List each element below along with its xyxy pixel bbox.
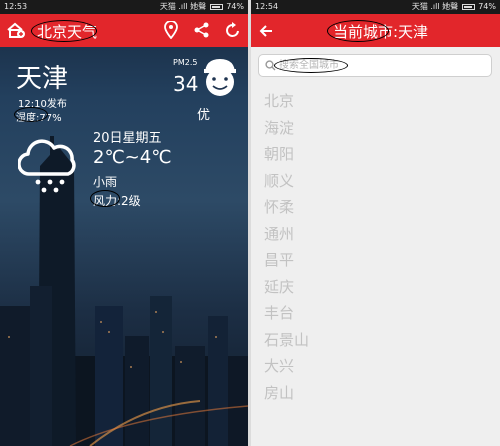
city-list-item[interactable]: 昌平 bbox=[264, 247, 309, 274]
battery-icon bbox=[461, 4, 475, 10]
weather-screen: 12:53 天猫 .ıll 她聲 74% 北京天气 天津 PM2.5 34 优 bbox=[0, 0, 248, 446]
city-list-item[interactable]: 北京 bbox=[264, 88, 309, 115]
city-list: 北京 海淀 朝阳 顺义 怀柔 通州 昌平 延庆 丰台 石景山 大兴 房山 bbox=[264, 88, 309, 406]
status-time: 12:53 bbox=[4, 2, 28, 11]
smiling-face-icon bbox=[204, 59, 236, 96]
humidity-text: 湿度:77% bbox=[16, 113, 62, 124]
forecast-date: 20日星期五 bbox=[93, 131, 162, 146]
refresh-icon[interactable] bbox=[225, 21, 241, 43]
status-carrier: 天猫 .ıll 她聲 bbox=[159, 2, 207, 11]
status-time: 12:54 bbox=[255, 2, 279, 11]
city-list-item[interactable]: 房山 bbox=[264, 380, 309, 407]
weather-condition: 小雨 bbox=[93, 175, 118, 189]
battery-icon bbox=[209, 4, 223, 10]
search-icon bbox=[265, 60, 276, 71]
air-quality-level: 优 bbox=[197, 108, 211, 123]
pm25-value: 34 bbox=[173, 72, 199, 96]
city-list-item[interactable]: 海淀 bbox=[264, 115, 309, 142]
publish-time: 12:10发布 bbox=[18, 99, 67, 110]
status-bar: 12:53 天猫 .ıll 她聲 74% bbox=[0, 0, 248, 14]
city-list-item[interactable]: 大兴 bbox=[264, 353, 309, 380]
status-right: 天猫 .ıll 她聲 74% bbox=[412, 0, 496, 14]
current-city-title: 当前城市:天津 bbox=[333, 23, 429, 41]
pm25-label: PM2.5 bbox=[173, 58, 198, 67]
city-select-screen: 12:54 天猫 .ıll 她聲 74% 当前城市:天津 北京海淀朝阳顺义怀柔通… bbox=[251, 0, 500, 446]
cloud-snow-icon bbox=[18, 139, 76, 193]
status-battery: 74% bbox=[478, 2, 496, 11]
city-name: 天津 bbox=[16, 64, 69, 94]
add-home-icon[interactable] bbox=[6, 21, 26, 43]
city-list-item[interactable]: 丰台 bbox=[264, 300, 309, 327]
status-carrier: 天猫 .ıll 她聲 bbox=[411, 2, 459, 11]
city-list-item[interactable]: 延庆 bbox=[264, 274, 309, 301]
city-list-item[interactable]: 通州 bbox=[264, 221, 309, 248]
city-list-item[interactable]: 石景山 bbox=[264, 327, 309, 354]
status-battery: 74% bbox=[226, 2, 244, 11]
wind-level: 风力:2级 bbox=[93, 194, 141, 208]
status-bar: 12:54 天猫 .ıll 她聲 74% bbox=[251, 0, 500, 14]
app-bar: 当前城市:天津 bbox=[251, 14, 500, 47]
back-arrow-icon[interactable] bbox=[259, 23, 273, 42]
city-list-item[interactable]: 朝阳 bbox=[264, 141, 309, 168]
app-bar: 北京天气 bbox=[0, 14, 248, 47]
city-search-box[interactable] bbox=[258, 54, 492, 77]
temperature-range: 2℃~4℃ bbox=[93, 147, 172, 168]
city-search-input[interactable] bbox=[279, 58, 479, 73]
city-list-item[interactable]: 顺义 bbox=[264, 168, 309, 195]
app-title: 北京天气 bbox=[37, 23, 98, 41]
share-icon[interactable] bbox=[194, 22, 210, 42]
city-list-item[interactable]: 怀柔 bbox=[264, 194, 309, 221]
location-pin-icon[interactable] bbox=[164, 20, 178, 43]
status-right: 天猫 .ıll 她聲 74% bbox=[160, 0, 244, 14]
